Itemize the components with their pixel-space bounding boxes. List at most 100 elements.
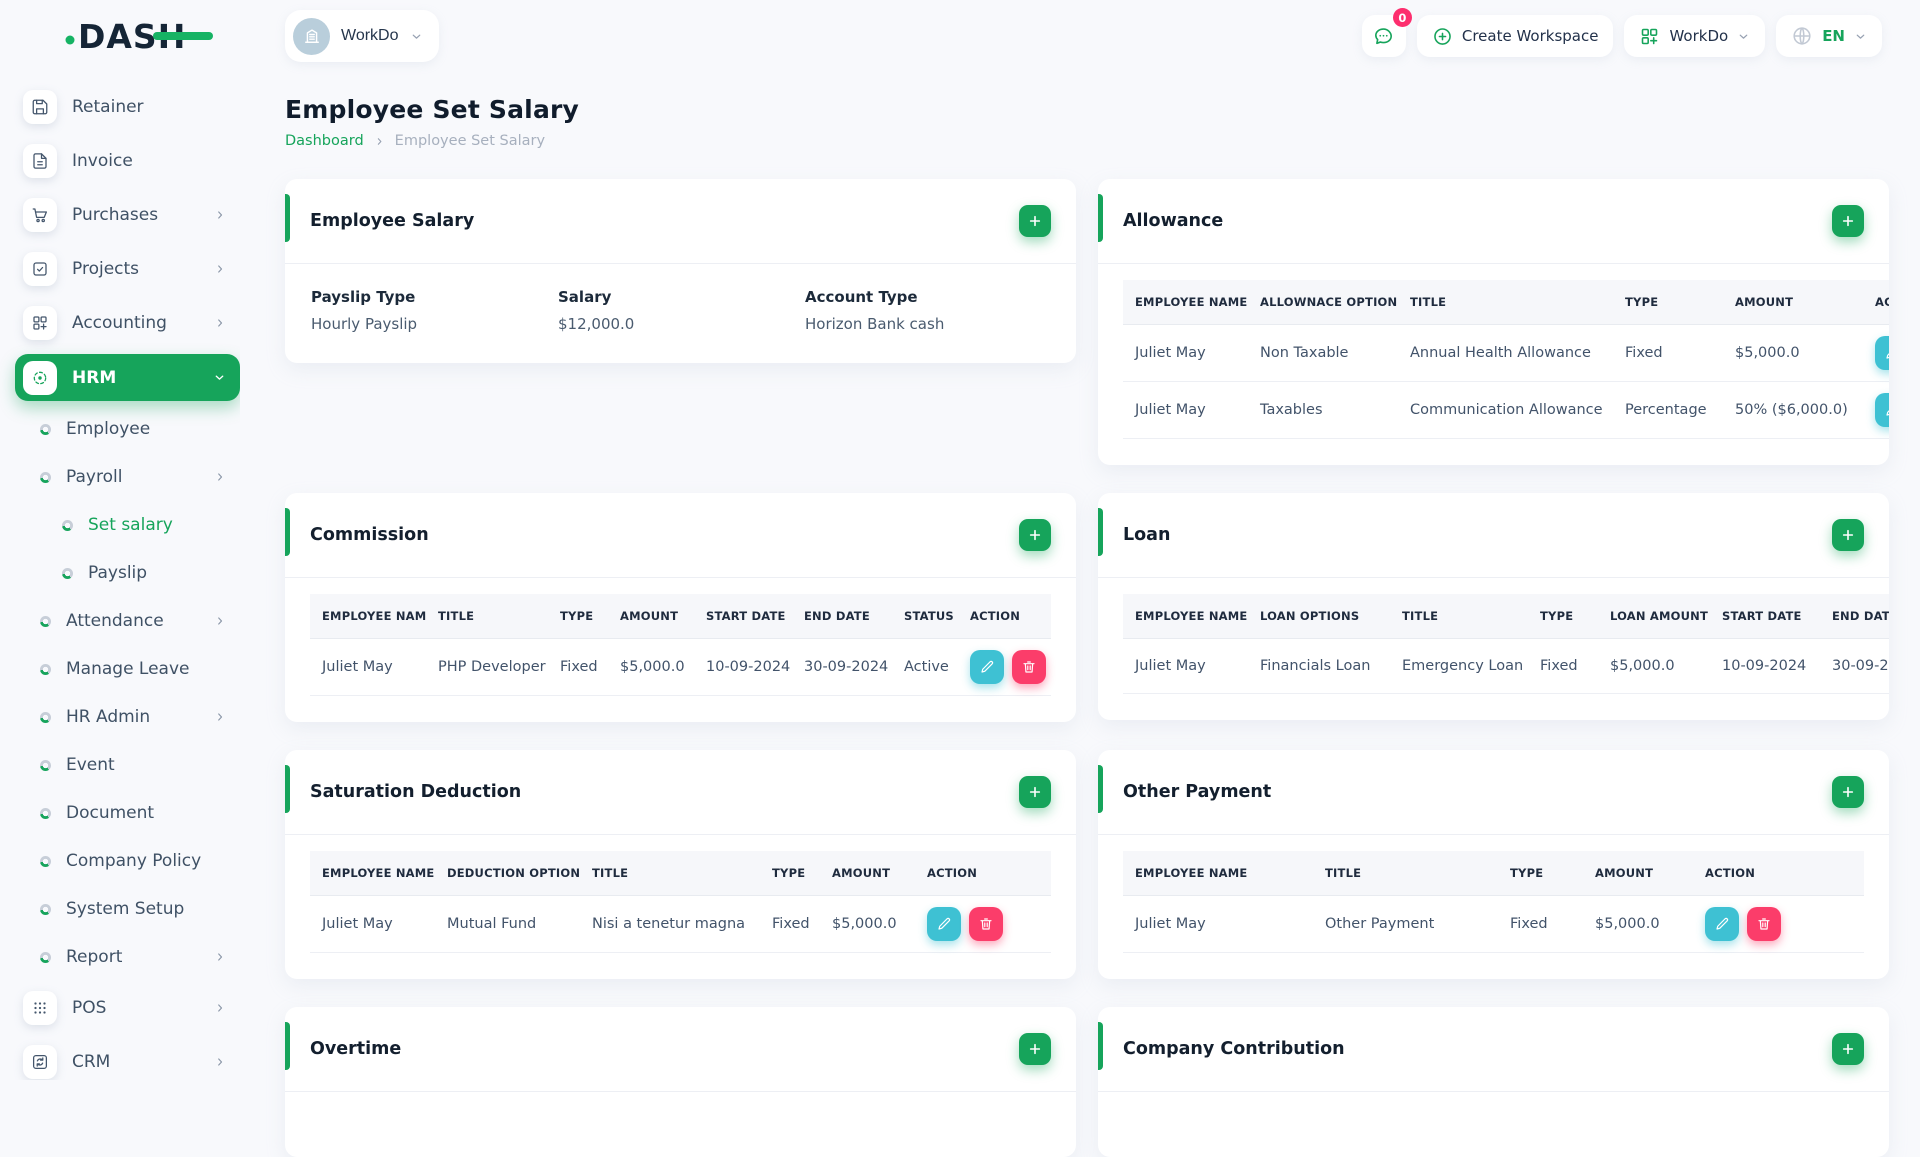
sidebar-item-label: Invoice (72, 151, 133, 171)
sidebar-item-hrm[interactable]: HRM (15, 354, 240, 401)
sidebar-item-retainer[interactable]: Retainer (23, 90, 240, 124)
add-loan-button[interactable] (1832, 519, 1864, 551)
column-header: DEDUCTION OPTION (435, 851, 580, 896)
workdo-menu-button[interactable]: WorkDo (1624, 15, 1765, 57)
add-other-payment-button[interactable] (1832, 776, 1864, 808)
sidebar-item-label: Event (66, 755, 115, 775)
add-employee-salary-button[interactable] (1019, 205, 1051, 237)
topbar: DASH WorkDo 0 Create Workspace (0, 0, 1920, 72)
submenu-bullet-icon (62, 520, 73, 531)
grid-plus-icon (23, 306, 57, 340)
sidebar-item-crm[interactable]: CRM (23, 1045, 240, 1079)
column-header: ACTION (1693, 851, 1864, 896)
sidebar-item-document[interactable]: Document (23, 799, 240, 827)
sidebar-item-event[interactable]: Event (23, 751, 240, 779)
chevron-right-icon (214, 711, 226, 723)
delete-button[interactable] (1747, 907, 1781, 941)
add-allowance-button[interactable] (1832, 205, 1864, 237)
sidebar-item-projects[interactable]: Projects (23, 252, 240, 286)
messages-badge: 0 (1393, 8, 1412, 27)
sidebar-item-label: Payroll (66, 467, 122, 487)
sidebar-item-employee[interactable]: Employee (23, 415, 240, 443)
sidebar-item-invoice[interactable]: Invoice (23, 144, 240, 178)
column-header: START DATE (1710, 594, 1820, 639)
loan-table: EMPLOYEE NAMELOAN OPTIONSTITLETYPELOAN A… (1123, 594, 1889, 694)
column-header: TITLE (580, 851, 760, 896)
edit-button[interactable] (970, 650, 1004, 684)
add-commission-button[interactable] (1019, 519, 1051, 551)
delete-button[interactable] (1012, 650, 1046, 684)
sidebar-item-label: Projects (72, 259, 139, 279)
table-row: Juliet MayPHP DeveloperFixed$5,000.010-0… (310, 639, 1051, 696)
create-workspace-button[interactable]: Create Workspace (1417, 15, 1614, 57)
column-header: TYPE (1498, 851, 1583, 896)
payslip-type-field: Payslip Type Hourly Payslip (311, 288, 558, 333)
sidebar-item-payslip[interactable]: Payslip (23, 559, 240, 587)
card-title: Saturation Deduction (310, 782, 521, 802)
column-header: ACTION (1863, 280, 1889, 325)
plus-circle-icon (1432, 26, 1453, 47)
edit-button[interactable] (1875, 336, 1889, 370)
edit-button[interactable] (1705, 907, 1739, 941)
sidebar-item-label: HR Admin (66, 707, 150, 727)
table-cell: $5,000.0 (1583, 896, 1693, 953)
sidebar-item-system-setup[interactable]: System Setup (23, 895, 240, 923)
chat-icon (1372, 25, 1395, 48)
sidebar-item-hr-admin[interactable]: HR Admin (23, 703, 240, 731)
topbar-actions: 0 Create Workspace WorkDo EN (1362, 15, 1882, 57)
card-title: Company Contribution (1123, 1039, 1345, 1059)
sync-square-icon (23, 1045, 57, 1079)
sidebar-item-accounting[interactable]: Accounting (23, 306, 240, 340)
table-cell: Emergency Loan (1390, 639, 1528, 694)
sidebar-item-report[interactable]: Report (23, 943, 240, 971)
table-cell: Other Payment (1313, 896, 1498, 953)
edit-button[interactable] (927, 907, 961, 941)
invoice-icon (23, 144, 57, 178)
table-cell: Juliet May (310, 896, 435, 953)
table-cell: Juliet May (1123, 325, 1248, 382)
column-header: EMPLOYEE NAME (310, 594, 426, 639)
sidebar-item-company-policy[interactable]: Company Policy (23, 847, 240, 875)
sidebar-item-manage-leave[interactable]: Manage Leave (23, 655, 240, 683)
sidebar-item-set-salary[interactable]: Set salary (23, 511, 240, 539)
sidebar-item-label: Employee (66, 419, 150, 439)
sidebar-item-label: Document (66, 803, 154, 823)
edit-button[interactable] (1875, 393, 1889, 427)
add-overtime-button[interactable] (1019, 1033, 1051, 1065)
workspace-label: WorkDo (341, 27, 399, 45)
sidebar-item-label: Accounting (72, 313, 167, 333)
grid-dots-icon (23, 991, 57, 1025)
sidebar-item-payroll[interactable]: Payroll (23, 463, 240, 491)
workspace-selector[interactable]: WorkDo (285, 10, 439, 62)
column-header: EMPLOYEE NAME (1123, 280, 1248, 325)
create-workspace-label: Create Workspace (1462, 27, 1599, 45)
add-saturation-deduction-button[interactable] (1019, 776, 1051, 808)
table-row: Juliet MayFinancials LoanEmergency LoanF… (1123, 639, 1889, 694)
column-header: ACTION (915, 851, 1051, 896)
language-selector[interactable]: EN (1776, 15, 1882, 57)
chevron-down-icon (1854, 30, 1867, 43)
sidebar-item-pos[interactable]: POS (23, 991, 240, 1025)
card-title: Allowance (1123, 211, 1223, 231)
table-cell: Fixed (760, 896, 820, 953)
card-title: Employee Salary (310, 211, 474, 231)
column-header: END DATE (1820, 594, 1889, 639)
table-cell: Fixed (548, 639, 608, 696)
sidebar-item-attendance[interactable]: Attendance (23, 607, 240, 635)
card-other-payment: Other Payment EMPLOYEE NAMETITLETYPEAMOU… (1098, 750, 1889, 979)
action-cell (915, 896, 1051, 953)
table-row: Juliet MayTaxablesCommunication Allowanc… (1123, 382, 1889, 439)
column-header: TYPE (760, 851, 820, 896)
messages-button[interactable]: 0 (1362, 15, 1406, 57)
table-cell: Fixed (1528, 639, 1598, 694)
saturation-deduction-table: EMPLOYEE NAMEDEDUCTION OPTIONTITLETYPEAM… (310, 851, 1051, 953)
delete-button[interactable] (969, 907, 1003, 941)
card-loan: Loan EMPLOYEE NAMELOAN OPTIONSTITLETYPEL… (1098, 493, 1889, 720)
card-title: Other Payment (1123, 782, 1271, 802)
breadcrumb-dashboard-link[interactable]: Dashboard (285, 133, 364, 149)
column-header: AMOUNT (1583, 851, 1693, 896)
table-cell: Juliet May (1123, 639, 1248, 694)
chevron-right-icon (214, 209, 226, 221)
add-company-contribution-button[interactable] (1832, 1033, 1864, 1065)
sidebar-item-purchases[interactable]: Purchases (23, 198, 240, 232)
